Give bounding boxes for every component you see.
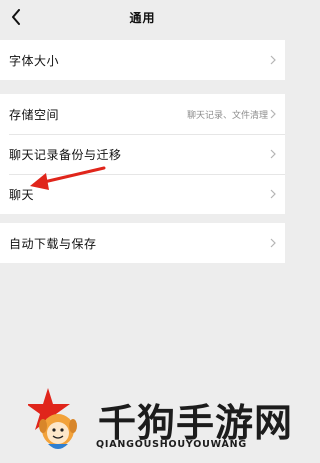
row-label: 聊天	[9, 187, 35, 202]
row-label: 存储空间	[9, 107, 60, 122]
chevron-right-icon	[270, 109, 276, 119]
row-label: 字体大小	[9, 53, 60, 68]
mascot-logo-icon	[28, 388, 77, 449]
settings-group-display: 字体大小	[0, 40, 285, 80]
row-font-size[interactable]: 字体大小	[0, 40, 285, 80]
row-chat-backup-migrate[interactable]: 聊天记录备份与迁移	[0, 134, 285, 174]
row-label: 自动下载与保存	[9, 236, 97, 251]
watermark: 千狗手游网 QIANGOUSHOUYOUWANG	[28, 386, 292, 460]
watermark-subtitle: QIANGOUSHOUYOUWANG	[96, 439, 247, 450]
settings-group-storage-chat: 存储空间 聊天记录、文件清理 聊天记录备份与迁移 聊天	[0, 94, 285, 214]
chevron-right-icon	[270, 238, 276, 248]
row-storage[interactable]: 存储空间 聊天记录、文件清理	[0, 94, 285, 134]
row-label: 聊天记录备份与迁移	[9, 147, 122, 162]
chevron-right-icon	[270, 189, 276, 199]
page-title: 通用	[129, 11, 156, 25]
chevron-right-icon	[270, 149, 276, 159]
nav-bar: 通用	[0, 0, 285, 36]
settings-group-download: 自动下载与保存	[0, 223, 285, 263]
row-auto-download-save[interactable]: 自动下载与保存	[0, 223, 285, 263]
row-chat[interactable]: 聊天	[0, 174, 285, 214]
row-detail: 聊天记录、文件清理	[186, 110, 268, 121]
chevron-right-icon	[270, 55, 276, 65]
